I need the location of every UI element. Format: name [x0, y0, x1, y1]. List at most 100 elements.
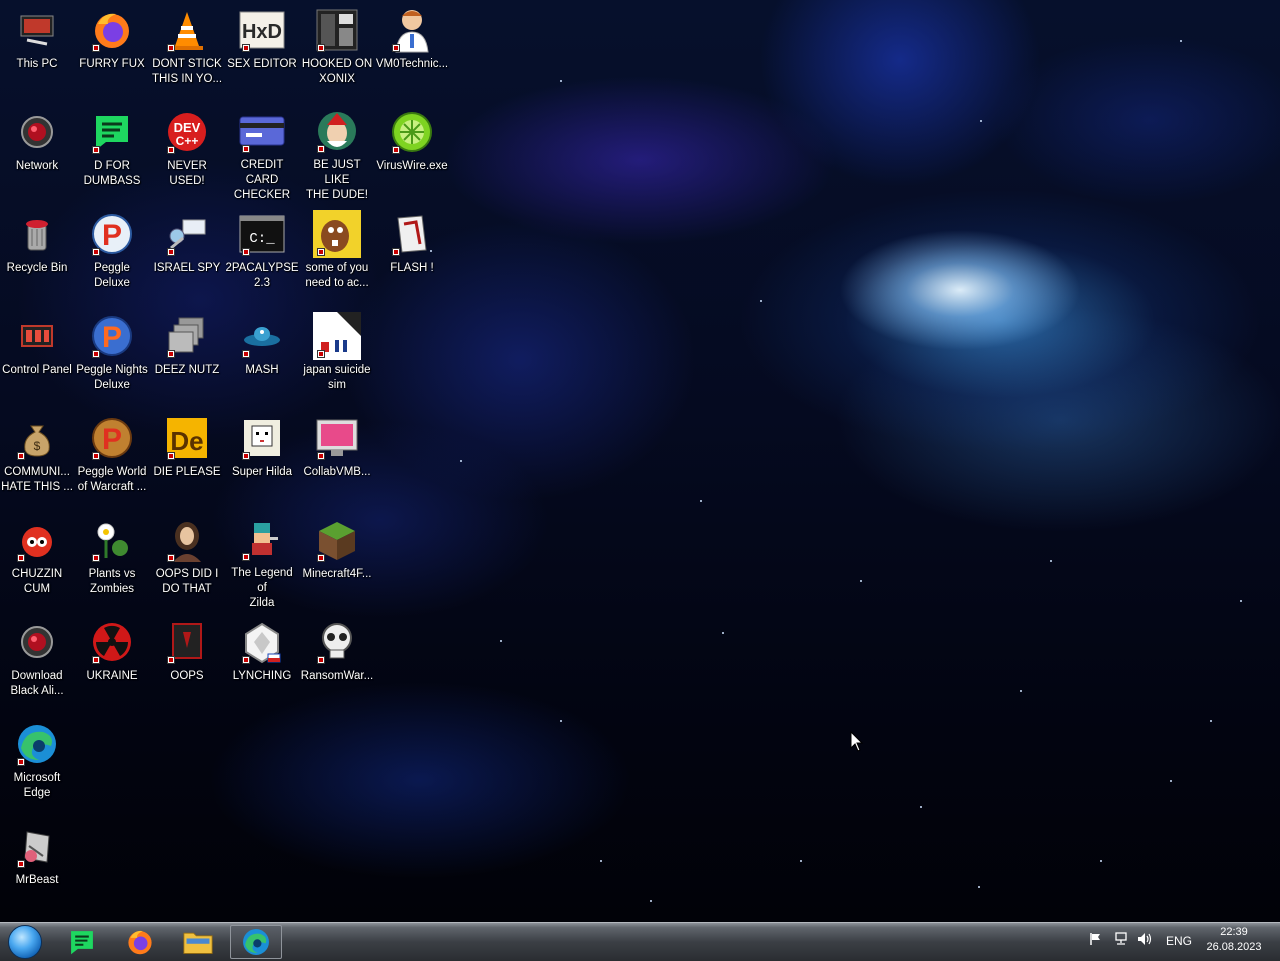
- shortcut-arrow-icon: [242, 452, 250, 460]
- desktop-icon[interactable]: FLASH !: [375, 204, 449, 304]
- shortcut-arrow-icon: [242, 350, 250, 358]
- star-dot: [650, 900, 652, 902]
- xonix-icon: [313, 6, 361, 54]
- star-dot: [560, 720, 562, 722]
- desktop-icon[interactable]: De DIE PLEASE: [150, 408, 224, 508]
- taskbar-button-chat-app[interactable]: [56, 925, 108, 959]
- ufo-icon: [238, 312, 286, 360]
- desktop-icon[interactable]: OOPS: [150, 612, 224, 712]
- firefox-icon: [125, 927, 155, 957]
- shortcut-arrow-icon: [17, 860, 25, 868]
- desktop-icon[interactable]: Download Black Ali...: [0, 612, 74, 712]
- desktop-icon[interactable]: Minecraft4F...: [300, 510, 374, 610]
- desktop-icon-label: DEEZ NUTZ: [154, 364, 220, 376]
- desktop-icon[interactable]: DEV C++ NEVER USED!: [150, 102, 224, 202]
- desktop-icon[interactable]: $ COMMUNI... HATE THIS ...: [0, 408, 74, 508]
- desktop-icon[interactable]: P Peggle World of Warcraft ...: [75, 408, 149, 508]
- money-bag-icon: $: [13, 414, 61, 462]
- peggle-icon: P: [88, 210, 136, 258]
- shortcut-arrow-icon: [92, 452, 100, 460]
- credit-card-icon: [238, 108, 286, 155]
- santa-icon: [313, 108, 361, 155]
- star-dot: [980, 120, 982, 122]
- shortcut-arrow-icon: [317, 452, 325, 460]
- desktop-icon-label: This PC: [16, 58, 58, 70]
- edge-icon: [13, 720, 61, 768]
- desktop-icon-label: MrBeast: [15, 874, 59, 886]
- mrbeast-icon: [13, 822, 61, 870]
- network-icon[interactable]: [1113, 931, 1129, 947]
- desktop-icon[interactable]: D FOR DUMBASS: [75, 102, 149, 202]
- desktop-icon[interactable]: CHUZZIN CUM: [0, 510, 74, 610]
- desktop-icon-label: COMMUNI... HATE THIS ...: [1, 466, 73, 493]
- desktop-icon[interactable]: OOPS DID I DO THAT: [150, 510, 224, 610]
- shortcut-arrow-icon: [317, 350, 325, 358]
- desktop-icon[interactable]: FURRY FUX: [75, 0, 149, 100]
- desktop-icon-label: Recycle Bin: [6, 262, 68, 274]
- shortcut-arrow-icon: [392, 248, 400, 256]
- taskbar-button-firefox[interactable]: [114, 925, 166, 959]
- desktop-icon[interactable]: VirusWire.exe: [375, 102, 449, 202]
- star-dot: [920, 806, 922, 808]
- desktop-icon[interactable]: Microsoft Edge: [0, 714, 74, 814]
- desktop-icon[interactable]: Control Panel: [0, 306, 74, 406]
- shortcut-arrow-icon: [167, 146, 175, 154]
- desktop-icon[interactable]: BE JUST LIKE THE DUDE!: [300, 102, 374, 202]
- desktop-icon[interactable]: The Legend of Zilda: [225, 510, 299, 610]
- desktop-icon[interactable]: some of you need to ac...: [300, 204, 374, 304]
- desktop-icon[interactable]: This PC: [0, 0, 74, 100]
- desktop-icon[interactable]: CollabVMB...: [300, 408, 374, 508]
- desktop-icon-label: HOOKED ON XONIX: [301, 58, 373, 85]
- desktop-icon[interactable]: P Peggle Nights Deluxe: [75, 306, 149, 406]
- monitor-icon: [313, 414, 361, 462]
- clock[interactable]: 22:39 26.08.2023: [1202, 925, 1266, 955]
- star-dot: [1240, 600, 1242, 602]
- shortcut-arrow-icon: [242, 144, 250, 153]
- desktop-icon[interactable]: Plants vs Zombies: [75, 510, 149, 610]
- desktop-icon-label: Microsoft Edge: [13, 772, 61, 799]
- desktop-icon[interactable]: UKRAINE: [75, 612, 149, 712]
- shortcut-arrow-icon: [92, 248, 100, 256]
- japan-sim-icon: [313, 312, 361, 360]
- peggle-nights-icon: P: [88, 312, 136, 360]
- desktop-icon[interactable]: Super Hilda: [225, 408, 299, 508]
- desktop-icon[interactable]: HxD SEX EDITOR: [225, 0, 299, 100]
- desktop-icon-label: some of you need to ac...: [305, 262, 369, 289]
- desktop-icon-label: 2PACALYPSE 2.3: [225, 262, 299, 289]
- desktop-icon[interactable]: HOOKED ON XONIX: [300, 0, 374, 100]
- shortcut-arrow-icon: [167, 248, 175, 256]
- desktop-icon[interactable]: ISRAEL SPY: [150, 204, 224, 304]
- volume-icon[interactable]: [1137, 931, 1153, 947]
- desktop-icon[interactable]: C:_ 2PACALYPSE 2.3: [225, 204, 299, 304]
- taskbar-button-edge[interactable]: [230, 925, 282, 959]
- desktop-icon[interactable]: DEEZ NUTZ: [150, 306, 224, 406]
- desktop-icon-label: The Legend of Zilda: [231, 566, 293, 609]
- desktop-icon-label: japan suicide sim: [303, 364, 371, 391]
- desktop-icon[interactable]: DONT STICK THIS IN YO...: [150, 0, 224, 100]
- desktop-icon[interactable]: Network: [0, 102, 74, 202]
- desktop-icon[interactable]: CREDIT CARD CHECKER: [225, 102, 299, 202]
- desktop-icon-label: OOPS DID I DO THAT: [155, 568, 219, 595]
- desktop-icon[interactable]: RansomWar...: [300, 612, 374, 712]
- desktop-icon[interactable]: LYNCHING: [225, 612, 299, 712]
- minecraft-icon: [313, 516, 361, 564]
- shortcut-arrow-icon: [317, 248, 325, 256]
- desktop-icon[interactable]: P Peggle Deluxe: [75, 204, 149, 304]
- star-dot: [760, 300, 762, 302]
- star-dot: [600, 860, 602, 862]
- shortcut-arrow-icon: [17, 452, 25, 460]
- language-indicator[interactable]: ENG: [1166, 934, 1192, 948]
- desktop-icon[interactable]: Recycle Bin: [0, 204, 74, 304]
- desktop-icon-label: Network: [15, 160, 59, 172]
- desktop-icon[interactable]: MrBeast: [0, 816, 74, 916]
- shortcut-arrow-icon: [167, 350, 175, 358]
- start-button[interactable]: [6, 925, 44, 959]
- desktop-icon-label: LYNCHING: [232, 670, 292, 682]
- desktop-icon[interactable]: VM0Technic...: [375, 0, 449, 100]
- star-dot: [1050, 560, 1052, 562]
- taskbar-button-file-explorer[interactable]: [172, 925, 224, 959]
- flag-icon[interactable]: [1088, 931, 1104, 947]
- shortcut-arrow-icon: [242, 656, 250, 664]
- desktop-icon[interactable]: japan suicide sim: [300, 306, 374, 406]
- desktop-icon[interactable]: MASH: [225, 306, 299, 406]
